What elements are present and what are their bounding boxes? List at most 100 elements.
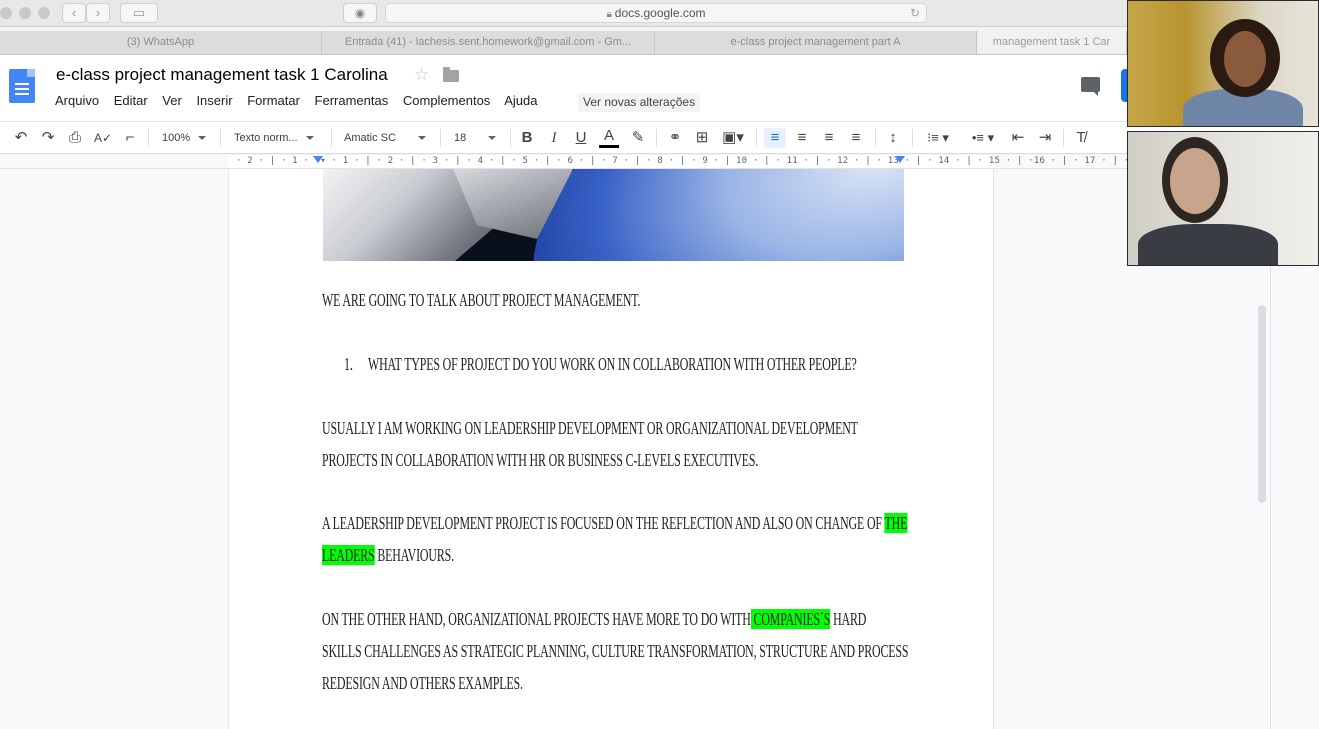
increase-indent-icon[interactable]: ⇥ bbox=[1035, 128, 1055, 148]
text-run: A leadership development project is focu… bbox=[322, 513, 885, 533]
scrollbar-track[interactable] bbox=[1270, 266, 1271, 729]
menu-inserir[interactable]: Inserir bbox=[196, 93, 232, 108]
minimize-window-icon[interactable] bbox=[19, 7, 31, 19]
font-select[interactable]: Amatic SC bbox=[344, 128, 426, 148]
paragraph-leadership-line-1: A leadership development project is focu… bbox=[322, 507, 907, 539]
participant-2-body bbox=[1138, 224, 1278, 265]
highlighted-text: leaders bbox=[322, 545, 375, 565]
participant-1-face bbox=[1224, 31, 1266, 87]
numbered-list-icon[interactable]: ⁝≡ ▾ bbox=[920, 128, 956, 148]
toolbar-divider bbox=[331, 129, 332, 147]
paragraph-intro: We are going to talk about project manag… bbox=[322, 290, 641, 310]
zoom-window-icon[interactable] bbox=[38, 7, 50, 19]
menu-arquivo[interactable]: Arquivo bbox=[55, 93, 99, 108]
docs-header: e-class project management task 1 Caroli… bbox=[0, 55, 1319, 121]
toolbar-divider bbox=[912, 129, 913, 147]
comment-icon[interactable] bbox=[1081, 77, 1100, 96]
chevron-down-icon bbox=[417, 136, 426, 141]
toolbar-divider bbox=[656, 129, 657, 147]
paragraph-style-select[interactable]: Texto norm... bbox=[234, 128, 314, 148]
style-value: Texto norm... bbox=[234, 132, 298, 144]
paint-format-icon[interactable]: ⌐ bbox=[121, 128, 139, 148]
undo-icon[interactable]: ↶ bbox=[12, 128, 30, 148]
browser-toolbar: ‹ › ▭ ◉ 🔒︎ docs.google.com ↻ bbox=[0, 0, 1319, 27]
menu-editar[interactable]: Editar bbox=[114, 93, 148, 108]
clear-formatting-icon[interactable]: T̸ bbox=[1071, 128, 1091, 148]
video-participant-2[interactable] bbox=[1127, 131, 1319, 266]
italic-button[interactable]: I bbox=[545, 128, 563, 148]
participant-2-face bbox=[1170, 148, 1220, 214]
underline-button[interactable]: U bbox=[572, 128, 590, 148]
document-page[interactable]: We are going to talk about project manag… bbox=[228, 169, 994, 729]
close-window-icon[interactable] bbox=[0, 7, 12, 19]
tab-gmail[interactable]: Entrada (41) - lachesis.sent.homework@gm… bbox=[322, 31, 655, 54]
toolbar-divider bbox=[220, 129, 221, 147]
print-icon[interactable]: ⎙ bbox=[66, 128, 84, 148]
toolbar-divider bbox=[1063, 129, 1064, 147]
align-left-icon[interactable]: ≡ bbox=[764, 128, 786, 148]
text-color-button[interactable]: A bbox=[599, 128, 619, 148]
text-run: On the other hand, organizational projec… bbox=[322, 609, 751, 629]
privacy-report-icon[interactable]: ◉ bbox=[343, 3, 377, 23]
toolbar-divider bbox=[875, 129, 876, 147]
menu-ajuda[interactable]: Ajuda bbox=[504, 93, 537, 108]
video-participant-1[interactable] bbox=[1127, 0, 1319, 127]
menu-bar: Arquivo Editar Ver Inserir Formatar Ferr… bbox=[55, 93, 548, 111]
justify-icon[interactable]: ≡ bbox=[846, 128, 866, 148]
ruler-ticks: · 2 · | · 1 · ▾ · 1 · | · 2 · | · 3 · | … bbox=[236, 156, 1147, 166]
font-size-value: 18 bbox=[454, 132, 467, 144]
tab-bar: (3) WhatsApp Entrada (41) - lachesis.sen… bbox=[0, 31, 1319, 55]
add-comment-icon[interactable]: ⊞ bbox=[693, 128, 711, 148]
redo-icon[interactable]: ↷ bbox=[39, 128, 57, 148]
zoom-value: 100% bbox=[162, 132, 191, 144]
line-spacing-icon[interactable]: ↕ bbox=[883, 128, 903, 148]
url-text: docs.google.com bbox=[614, 6, 706, 20]
font-value: Amatic SC bbox=[344, 132, 396, 144]
left-indent-marker[interactable] bbox=[313, 156, 323, 163]
back-button[interactable]: ‹ bbox=[62, 3, 86, 23]
text-run: behaviours. bbox=[374, 545, 454, 565]
menu-ver[interactable]: Ver bbox=[162, 93, 182, 108]
folder-icon[interactable] bbox=[443, 67, 459, 82]
paragraph-answer-line-1: Usually I am working on leadership devel… bbox=[322, 418, 858, 438]
bold-button[interactable]: B bbox=[518, 128, 536, 148]
highlight-color-icon[interactable]: ✎ bbox=[629, 128, 647, 148]
forward-button[interactable]: › bbox=[86, 3, 110, 23]
address-bar[interactable]: 🔒︎ docs.google.com ↻ bbox=[385, 3, 927, 23]
align-right-icon[interactable]: ≡ bbox=[819, 128, 839, 148]
text-run: hard bbox=[830, 609, 867, 629]
docs-logo-icon[interactable] bbox=[9, 69, 35, 103]
reload-icon[interactable]: ↻ bbox=[910, 4, 920, 22]
see-new-changes-link[interactable]: Ver novas alterações bbox=[578, 93, 701, 112]
tab-current-doc[interactable]: management task 1 Car bbox=[977, 31, 1127, 54]
menu-complementos[interactable]: Complementos bbox=[403, 93, 490, 108]
sidebar-toggle-button[interactable]: ▭ bbox=[120, 3, 158, 23]
formatting-toolbar: ↶ ↷ ⎙ A✓ ⌐ 100% Texto norm... Amatic SC … bbox=[0, 121, 1319, 154]
zoom-select[interactable]: 100% bbox=[162, 128, 207, 148]
tab-part-a[interactable]: e-class project management part A bbox=[655, 31, 977, 54]
star-icon[interactable]: ☆ bbox=[414, 65, 429, 85]
paragraph-organizational-line-2: skills challenges as strategic planning,… bbox=[322, 641, 909, 661]
question-1: What types of project do you work on in … bbox=[368, 354, 857, 374]
align-center-icon[interactable]: ≡ bbox=[792, 128, 812, 148]
toolbar-divider bbox=[510, 129, 511, 147]
paragraph-answer-line-2: projects in collaboration with HR or bus… bbox=[322, 450, 759, 470]
highlighted-text: the bbox=[884, 513, 908, 533]
ruler: · 2 · | · 1 · ▾ · 1 · | · 2 · | · 3 · | … bbox=[0, 155, 1319, 169]
decrease-indent-icon[interactable]: ⇤ bbox=[1008, 128, 1028, 148]
paragraph-organizational-line-1: On the other hand, organizational projec… bbox=[322, 603, 866, 635]
insert-image-icon[interactable]: ▣▾ bbox=[720, 128, 746, 148]
document-canvas: We are going to talk about project manag… bbox=[0, 169, 1319, 729]
right-indent-marker[interactable] bbox=[895, 156, 905, 163]
bulleted-list-icon[interactable]: •≡ ▾ bbox=[965, 128, 1001, 148]
menu-ferramentas[interactable]: Ferramentas bbox=[315, 93, 389, 108]
font-size-select[interactable]: 18 bbox=[454, 128, 497, 148]
menu-formatar[interactable]: Formatar bbox=[247, 93, 300, 108]
document-title[interactable]: e-class project management task 1 Caroli… bbox=[56, 65, 388, 85]
spellcheck-icon[interactable]: A✓ bbox=[94, 128, 112, 148]
insert-link-icon[interactable]: ⚭ bbox=[665, 128, 685, 148]
list-number: 1. bbox=[344, 354, 353, 374]
tab-whatsapp[interactable]: (3) WhatsApp bbox=[0, 31, 322, 54]
space-image[interactable] bbox=[323, 169, 904, 261]
scrollbar-thumb[interactable] bbox=[1258, 305, 1266, 503]
